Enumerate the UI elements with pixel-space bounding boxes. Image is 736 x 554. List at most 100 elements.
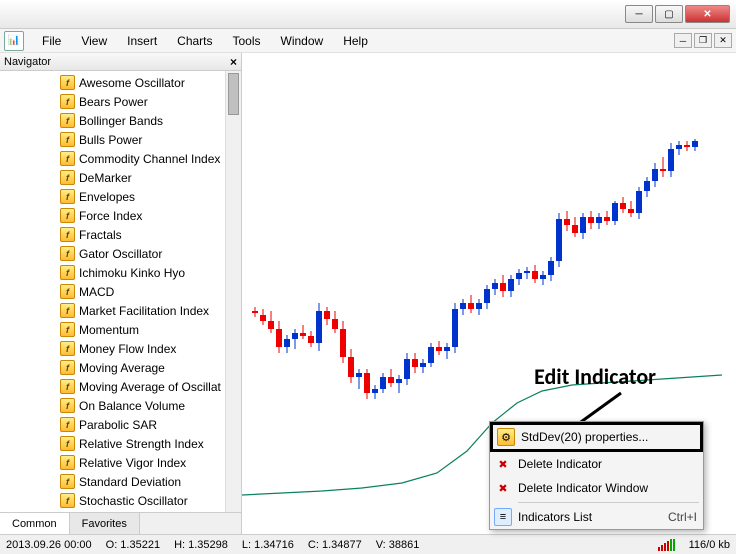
indicator-icon: f <box>60 417 75 432</box>
ctx-shortcut: Ctrl+I <box>668 510 697 524</box>
indicator-item[interactable]: f Ichimoku Kinko Hyo <box>0 263 241 282</box>
indicator-item[interactable]: fEnvelopes <box>0 187 241 206</box>
indicator-icon: f <box>60 360 75 375</box>
indicator-item[interactable]: f MACD <box>0 282 241 301</box>
statusbar: 2013.09.26 00:00 O: 1.35221 H: 1.35298 L… <box>0 534 736 554</box>
indicator-label: Commodity Channel Index <box>79 152 220 166</box>
ctx-delete-window[interactable]: ✖ Delete Indicator Window <box>490 476 703 500</box>
indicator-label: Bulls Power <box>79 133 142 147</box>
ctx-indicators-list[interactable]: ≡ Indicators List Ctrl+I <box>490 505 703 529</box>
indicator-icon: f <box>60 303 75 318</box>
window-close-button[interactable]: ✕ <box>685 5 730 23</box>
indicator-item[interactable]: fAwesome Oscillator <box>0 73 241 92</box>
ctx-separator <box>518 502 699 503</box>
navigator-title: Navigator <box>4 56 51 68</box>
indicator-item[interactable]: f Commodity Channel Index <box>0 149 241 168</box>
indicator-icon: f <box>60 284 75 299</box>
indicator-icon: f <box>60 208 75 223</box>
indicator-icon: f <box>60 132 75 147</box>
status-close: C: 1.34877 <box>308 539 362 551</box>
indicator-item[interactable]: fMarket Facilitation Index <box>0 301 241 320</box>
menu-charts[interactable]: Charts <box>167 32 222 50</box>
indicator-item[interactable]: fParabolic SAR <box>0 415 241 434</box>
indicator-label: MACD <box>79 285 114 299</box>
indicator-item[interactable]: f Momentum <box>0 320 241 339</box>
navigator-scrollbar[interactable] <box>225 71 241 512</box>
indicator-item[interactable]: f Moving Average <box>0 358 241 377</box>
menu-window[interactable]: Window <box>271 32 334 50</box>
indicator-item[interactable]: fDeMarker <box>0 168 241 187</box>
menu-tools[interactable]: Tools <box>223 32 271 50</box>
indicator-label: Momentum <box>79 323 139 337</box>
menu-view[interactable]: View <box>71 32 117 50</box>
window-maximize-button[interactable]: ▢ <box>655 5 683 23</box>
indicator-item[interactable]: f Bulls Power <box>0 130 241 149</box>
connection-bars-icon <box>658 539 675 551</box>
indicator-icon: f <box>60 322 75 337</box>
indicator-item[interactable]: f Relative Strength Index <box>0 434 241 453</box>
indicator-label: DeMarker <box>79 171 132 185</box>
indicator-label: Relative Strength Index <box>79 437 204 451</box>
mdi-minimize-button[interactable]: ─ <box>674 33 692 48</box>
indicator-item[interactable]: f Relative Vigor Index <box>0 453 241 472</box>
indicator-icon: f <box>60 151 75 166</box>
status-low: L: 1.34716 <box>242 539 294 551</box>
tab-favorites[interactable]: Favorites <box>70 513 140 534</box>
indicator-item[interactable]: f Bears Power <box>0 92 241 111</box>
ctx-delete-window-label: Delete Indicator Window <box>518 481 648 495</box>
indicator-label: Relative Vigor Index <box>79 456 186 470</box>
mdi-restore-button[interactable]: ❐ <box>694 33 712 48</box>
indicator-label: On Balance Volume <box>79 399 185 413</box>
indicator-icon: f <box>60 94 75 109</box>
menu-help[interactable]: Help <box>333 32 378 50</box>
ctx-properties[interactable]: ⚙ StdDev(20) properties... <box>490 422 703 452</box>
indicator-label: Ichimoku Kinko Hyo <box>79 266 185 280</box>
indicator-label: Awesome Oscillator <box>79 76 185 90</box>
navigator-tree[interactable]: fAwesome OscillatorfBears PowerfBollinge… <box>0 71 241 512</box>
indicator-icon: f <box>60 189 75 204</box>
annotation-label: Edit Indicator <box>534 363 656 390</box>
indicator-icon: f <box>60 265 75 280</box>
status-volume: V: 38861 <box>376 539 420 551</box>
chart-area[interactable]: Edit Indicator ⚙ StdDev(20) properties..… <box>242 53 736 534</box>
indicator-icon: f <box>60 227 75 242</box>
indicator-label: Bears Power <box>79 95 148 109</box>
indicator-item[interactable]: fOn Balance Volume <box>0 396 241 415</box>
indicator-label: Stochastic Oscillator <box>79 494 188 508</box>
indicator-label: Moving Average <box>79 361 165 375</box>
menu-insert[interactable]: Insert <box>117 32 167 50</box>
indicators-list-icon: ≡ <box>494 508 512 526</box>
indicator-icon: f <box>60 474 75 489</box>
window-minimize-button[interactable]: ─ <box>625 5 653 23</box>
indicator-icon: f <box>60 341 75 356</box>
indicator-icon: f <box>60 436 75 451</box>
navigator-panel: Navigator × fAwesome OscillatorfBears Po… <box>0 53 242 534</box>
context-menu: ⚙ StdDev(20) properties... ✖ Delete Indi… <box>489 421 704 530</box>
indicator-icon: f <box>60 113 75 128</box>
indicator-item[interactable]: fMoving Average of Oscillat <box>0 377 241 396</box>
tab-common[interactable]: Common <box>0 513 70 534</box>
indicator-icon: f <box>60 455 75 470</box>
app-icon: 📊 <box>4 31 24 51</box>
delete-window-icon: ✖ <box>494 479 512 497</box>
menubar: 📊 FileViewInsertChartsToolsWindowHelp ─ … <box>0 29 736 53</box>
status-high: H: 1.35298 <box>174 539 228 551</box>
indicator-item[interactable]: fStandard Deviation <box>0 472 241 491</box>
indicator-icon: f <box>60 493 75 508</box>
indicator-item[interactable]: fBollinger Bands <box>0 111 241 130</box>
ctx-delete-indicator-label: Delete Indicator <box>518 457 602 471</box>
status-date: 2013.09.26 00:00 <box>6 539 92 551</box>
indicator-item[interactable]: fForce Index <box>0 206 241 225</box>
mdi-close-button[interactable]: ✕ <box>714 33 732 48</box>
indicator-item[interactable]: fFractals <box>0 225 241 244</box>
menu-file[interactable]: File <box>32 32 71 50</box>
ctx-delete-indicator[interactable]: ✖ Delete Indicator <box>490 452 703 476</box>
indicator-icon: f <box>60 246 75 261</box>
indicator-label: Moving Average of Oscillat <box>79 380 221 394</box>
ctx-indicators-list-label: Indicators List <box>518 510 592 524</box>
indicator-item[interactable]: f Stochastic Oscillator <box>0 491 241 510</box>
delete-indicator-icon: ✖ <box>494 455 512 473</box>
indicator-item[interactable]: fGator Oscillator <box>0 244 241 263</box>
navigator-close-button[interactable]: × <box>230 55 237 69</box>
indicator-item[interactable]: fMoney Flow Index <box>0 339 241 358</box>
